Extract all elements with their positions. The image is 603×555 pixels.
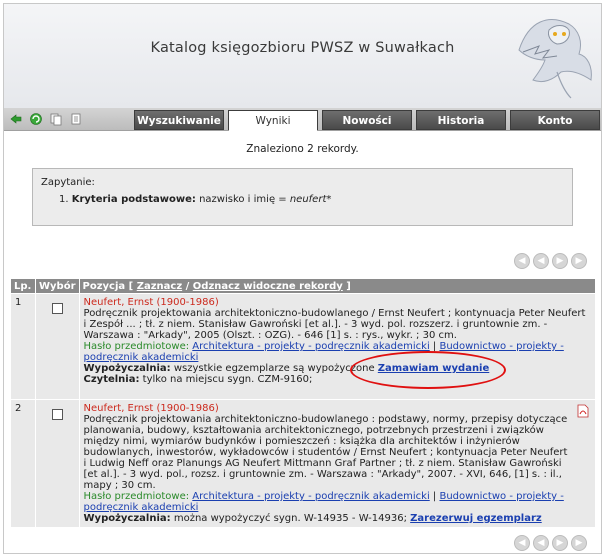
- last-page-icon[interactable]: ▶: [571, 253, 587, 269]
- record-checkbox[interactable]: [51, 409, 63, 420]
- record-checkbox[interactable]: [51, 303, 63, 314]
- subject-label: Hasło przedmiotowe:: [83, 341, 190, 352]
- first-page-icon[interactable]: ◀: [514, 535, 530, 551]
- prev-page-icon[interactable]: ◀: [533, 535, 549, 551]
- query-number: 1.: [59, 194, 69, 205]
- tab-nowosci[interactable]: Nowości: [322, 110, 412, 130]
- results-content: Znaleziono 2 rekordy. Zapytanie: 1. Kryt…: [4, 131, 601, 553]
- query-text: nazwisko i imię =: [195, 194, 290, 205]
- table-header-row: Lp. Wybór Pozycja [ Zaznacz / Odznacz wi…: [10, 278, 597, 294]
- reading-status: tylko na miejscu sygn. CZM-9160;: [139, 374, 313, 385]
- copy-icon[interactable]: [48, 111, 64, 127]
- record-subjects: Hasło przedmiotowe: Architektura - proje…: [83, 341, 564, 363]
- owl-logo-icon: [518, 19, 592, 99]
- browser-frame: Katalog księgozbioru PWSZ w Suwałkach Wy…: [3, 3, 602, 554]
- deselect-visible-link[interactable]: Odznacz widoczne rekordy: [193, 281, 343, 292]
- record-loan: Wypożyczalnia: wszystkie egzemplarze są …: [84, 363, 591, 374]
- query-line: 1. Kryteria podstawowe: nazwisko i imię …: [59, 194, 564, 205]
- prev-page-icon[interactable]: ◀: [533, 253, 549, 269]
- record-cell: Neufert, Ernst (1900-1986) Podręcznik pr…: [78, 399, 597, 528]
- pager-top: ◀ ◀ ▶ ▶: [514, 253, 587, 269]
- record-description: Podręcznik projektowania architektoniczn…: [83, 308, 586, 341]
- record-author: Neufert, Ernst (1900-1986): [83, 403, 219, 414]
- pdf-icon[interactable]: [577, 404, 589, 418]
- subject-link-architektura[interactable]: Architektura - projekty - podręcznik aka…: [192, 491, 429, 502]
- tab-historia[interactable]: Historia: [416, 110, 506, 130]
- record-author: Neufert, Ernst (1900-1986): [83, 297, 219, 308]
- reserve-copy-link[interactable]: Zarezerwuj egzemplarz: [410, 513, 542, 524]
- select-all-link[interactable]: Zaznacz: [137, 281, 182, 292]
- record-cell: Neufert, Ernst (1900-1986) Podręcznik pr…: [78, 293, 597, 400]
- row-number: 2: [10, 399, 36, 528]
- query-label: Zapytanie:: [41, 177, 95, 188]
- pages-icon[interactable]: [68, 111, 84, 127]
- nav-tabs: Wyszukiwanie Wyniki Nowości Historia Kon…: [134, 110, 600, 131]
- col-lp: Lp.: [10, 278, 36, 294]
- col-wybor: Wybór: [35, 278, 80, 294]
- loan-label: Wypożyczalnia:: [83, 513, 171, 524]
- query-value: neufert*: [289, 194, 332, 205]
- record-reading-room: Czytelnia: tylko na miejscu sygn. CZM-91…: [84, 374, 591, 385]
- reading-label: Czytelnia:: [83, 374, 140, 385]
- record-subjects: Hasło przedmiotowe: Architektura - proje…: [83, 491, 564, 513]
- last-page-icon[interactable]: ▶: [571, 535, 587, 551]
- catalog-header: Katalog księgozbioru PWSZ w Suwałkach: [4, 4, 601, 109]
- highlight-annotation: [350, 351, 506, 389]
- next-page-icon[interactable]: ▶: [552, 253, 568, 269]
- loan-status: wszystkie egzemplarze są wypożyczone: [170, 363, 378, 374]
- next-page-icon[interactable]: ▶: [552, 535, 568, 551]
- row-number: 1: [10, 293, 36, 400]
- loan-label: Wypożyczalnia:: [83, 363, 171, 374]
- record-loan: Wypożyczalnia: można wypożyczyć sygn. W-…: [84, 513, 573, 524]
- results-count: Znaleziono 2 rekordy.: [246, 143, 359, 155]
- pager-bottom: ◀ ◀ ▶ ▶: [514, 535, 587, 551]
- subject-label: Hasło przedmiotowe:: [83, 491, 190, 502]
- table-row: 1 Neufert, Ernst (1900-1986) Podręcznik …: [10, 293, 597, 400]
- subject-link-architektura[interactable]: Architektura - projekty - podręcznik aka…: [192, 341, 429, 352]
- loan-status: można wypożyczyć sygn. W-14935 - W-14936…: [170, 513, 411, 524]
- col-pozycja: Pozycja [ Zaznacz / Odznacz widoczne rek…: [78, 278, 597, 294]
- toolbar-icons: [8, 111, 84, 127]
- main-toolbar: Wyszukiwanie Wyniki Nowości Historia Kon…: [4, 108, 601, 131]
- record-description: Podręcznik projektowania architektoniczn…: [83, 414, 568, 491]
- row-select: [35, 399, 80, 528]
- tab-konto[interactable]: Konto: [510, 110, 600, 130]
- tab-wyszukiwanie[interactable]: Wyszukiwanie: [134, 110, 224, 130]
- first-page-icon[interactable]: ◀: [514, 253, 530, 269]
- query-key: Kryteria podstawowe:: [71, 194, 196, 205]
- tab-wyniki[interactable]: Wyniki: [228, 110, 318, 131]
- table-row: 2 Neufert, Ernst (1900-1986) Podręcznik …: [10, 399, 597, 528]
- refresh-icon[interactable]: [28, 111, 44, 127]
- exit-icon[interactable]: [8, 111, 24, 127]
- row-select: [35, 293, 80, 400]
- results-table: Lp. Wybór Pozycja [ Zaznacz / Odznacz wi…: [10, 278, 597, 528]
- query-box: Zapytanie: 1. Kryteria podstawowe: nazwi…: [32, 168, 573, 226]
